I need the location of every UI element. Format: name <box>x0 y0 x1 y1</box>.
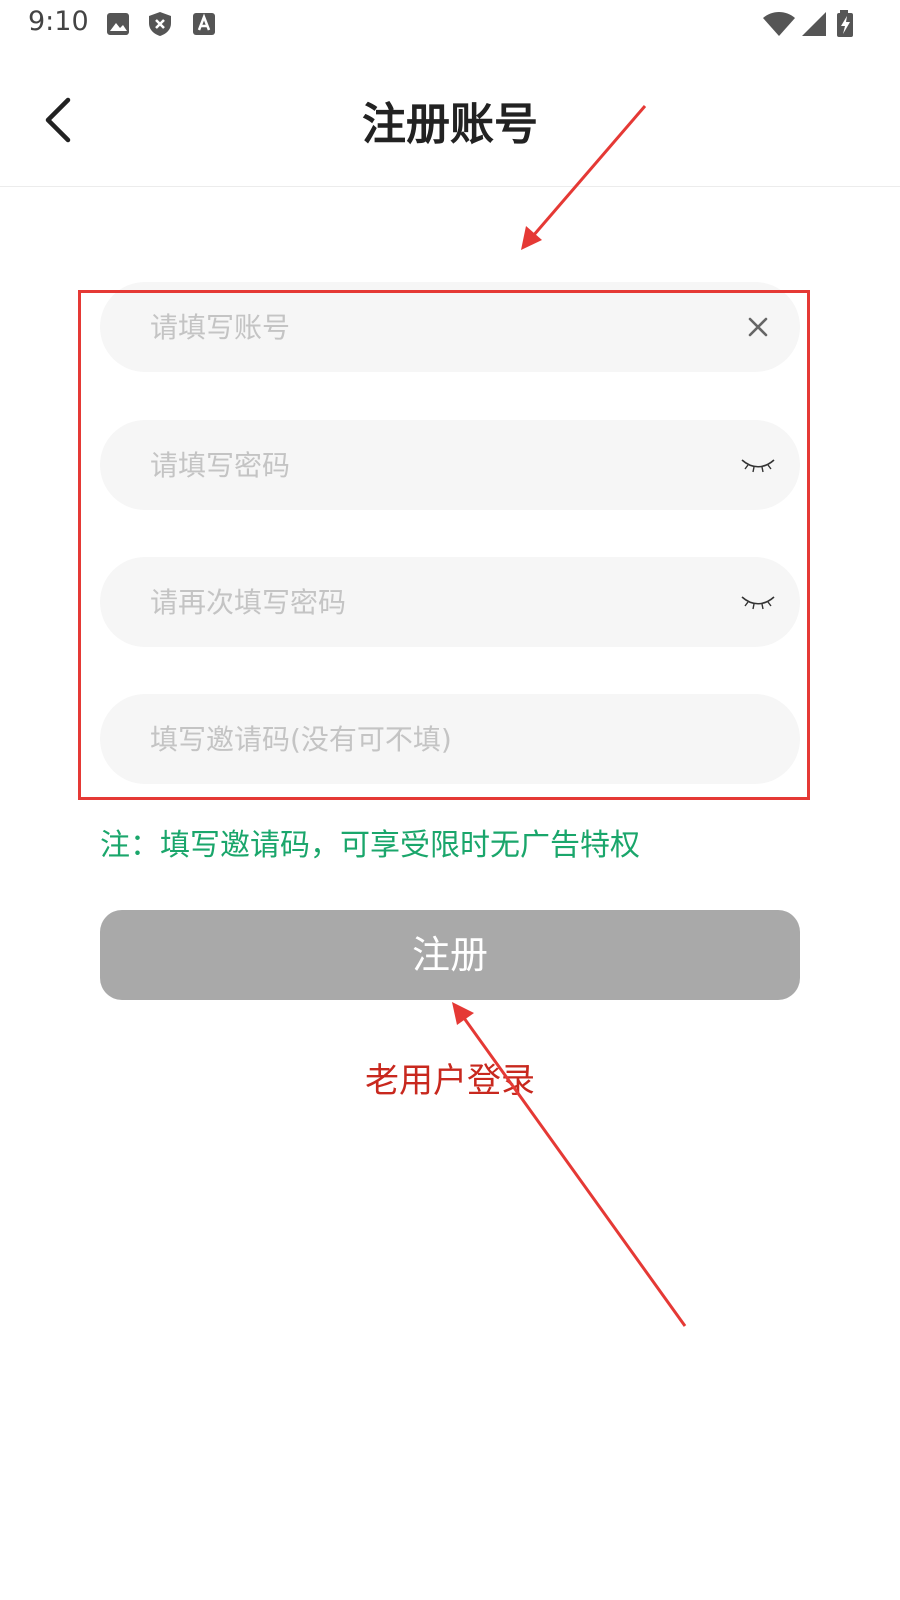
register-page: 9:10 注册账号 请填写账号 填写邀请码(没有可不填) 注：填写邀请码，可享受… <box>0 0 900 1600</box>
invite-note: 注：填写邀请码，可享受限时无广告特权 <box>100 828 640 863</box>
confirm-password-input[interactable] <box>150 557 710 647</box>
close-icon[interactable] <box>740 309 776 345</box>
confirm-password-field[interactable] <box>100 557 800 647</box>
wifi-icon <box>763 12 795 36</box>
signal-icon <box>802 12 826 36</box>
annotation-arrows <box>452 105 687 1327</box>
account-field[interactable] <box>100 282 800 372</box>
header: 注册账号 <box>0 60 900 187</box>
eye-closed-icon[interactable] <box>740 584 776 620</box>
password-input[interactable] <box>150 420 710 510</box>
status-time: 9:10 <box>28 6 89 37</box>
old-user-login-link[interactable]: 老用户登录 <box>0 1053 900 1102</box>
invite-code-input[interactable] <box>150 694 710 784</box>
page-title: 注册账号 <box>362 99 538 150</box>
shield-icon <box>149 12 171 36</box>
eye-closed-icon[interactable] <box>740 447 776 483</box>
register-button[interactable]: 注册 <box>100 910 800 1000</box>
arrow-to-register-button <box>452 1002 687 1327</box>
battery-charging-icon <box>837 10 853 37</box>
text-a-icon <box>193 13 215 35</box>
password-field[interactable] <box>100 420 800 510</box>
status-bar: 9:10 <box>0 0 900 48</box>
invite-code-field[interactable] <box>100 694 800 784</box>
account-input[interactable] <box>150 282 710 372</box>
image-icon <box>107 13 129 35</box>
